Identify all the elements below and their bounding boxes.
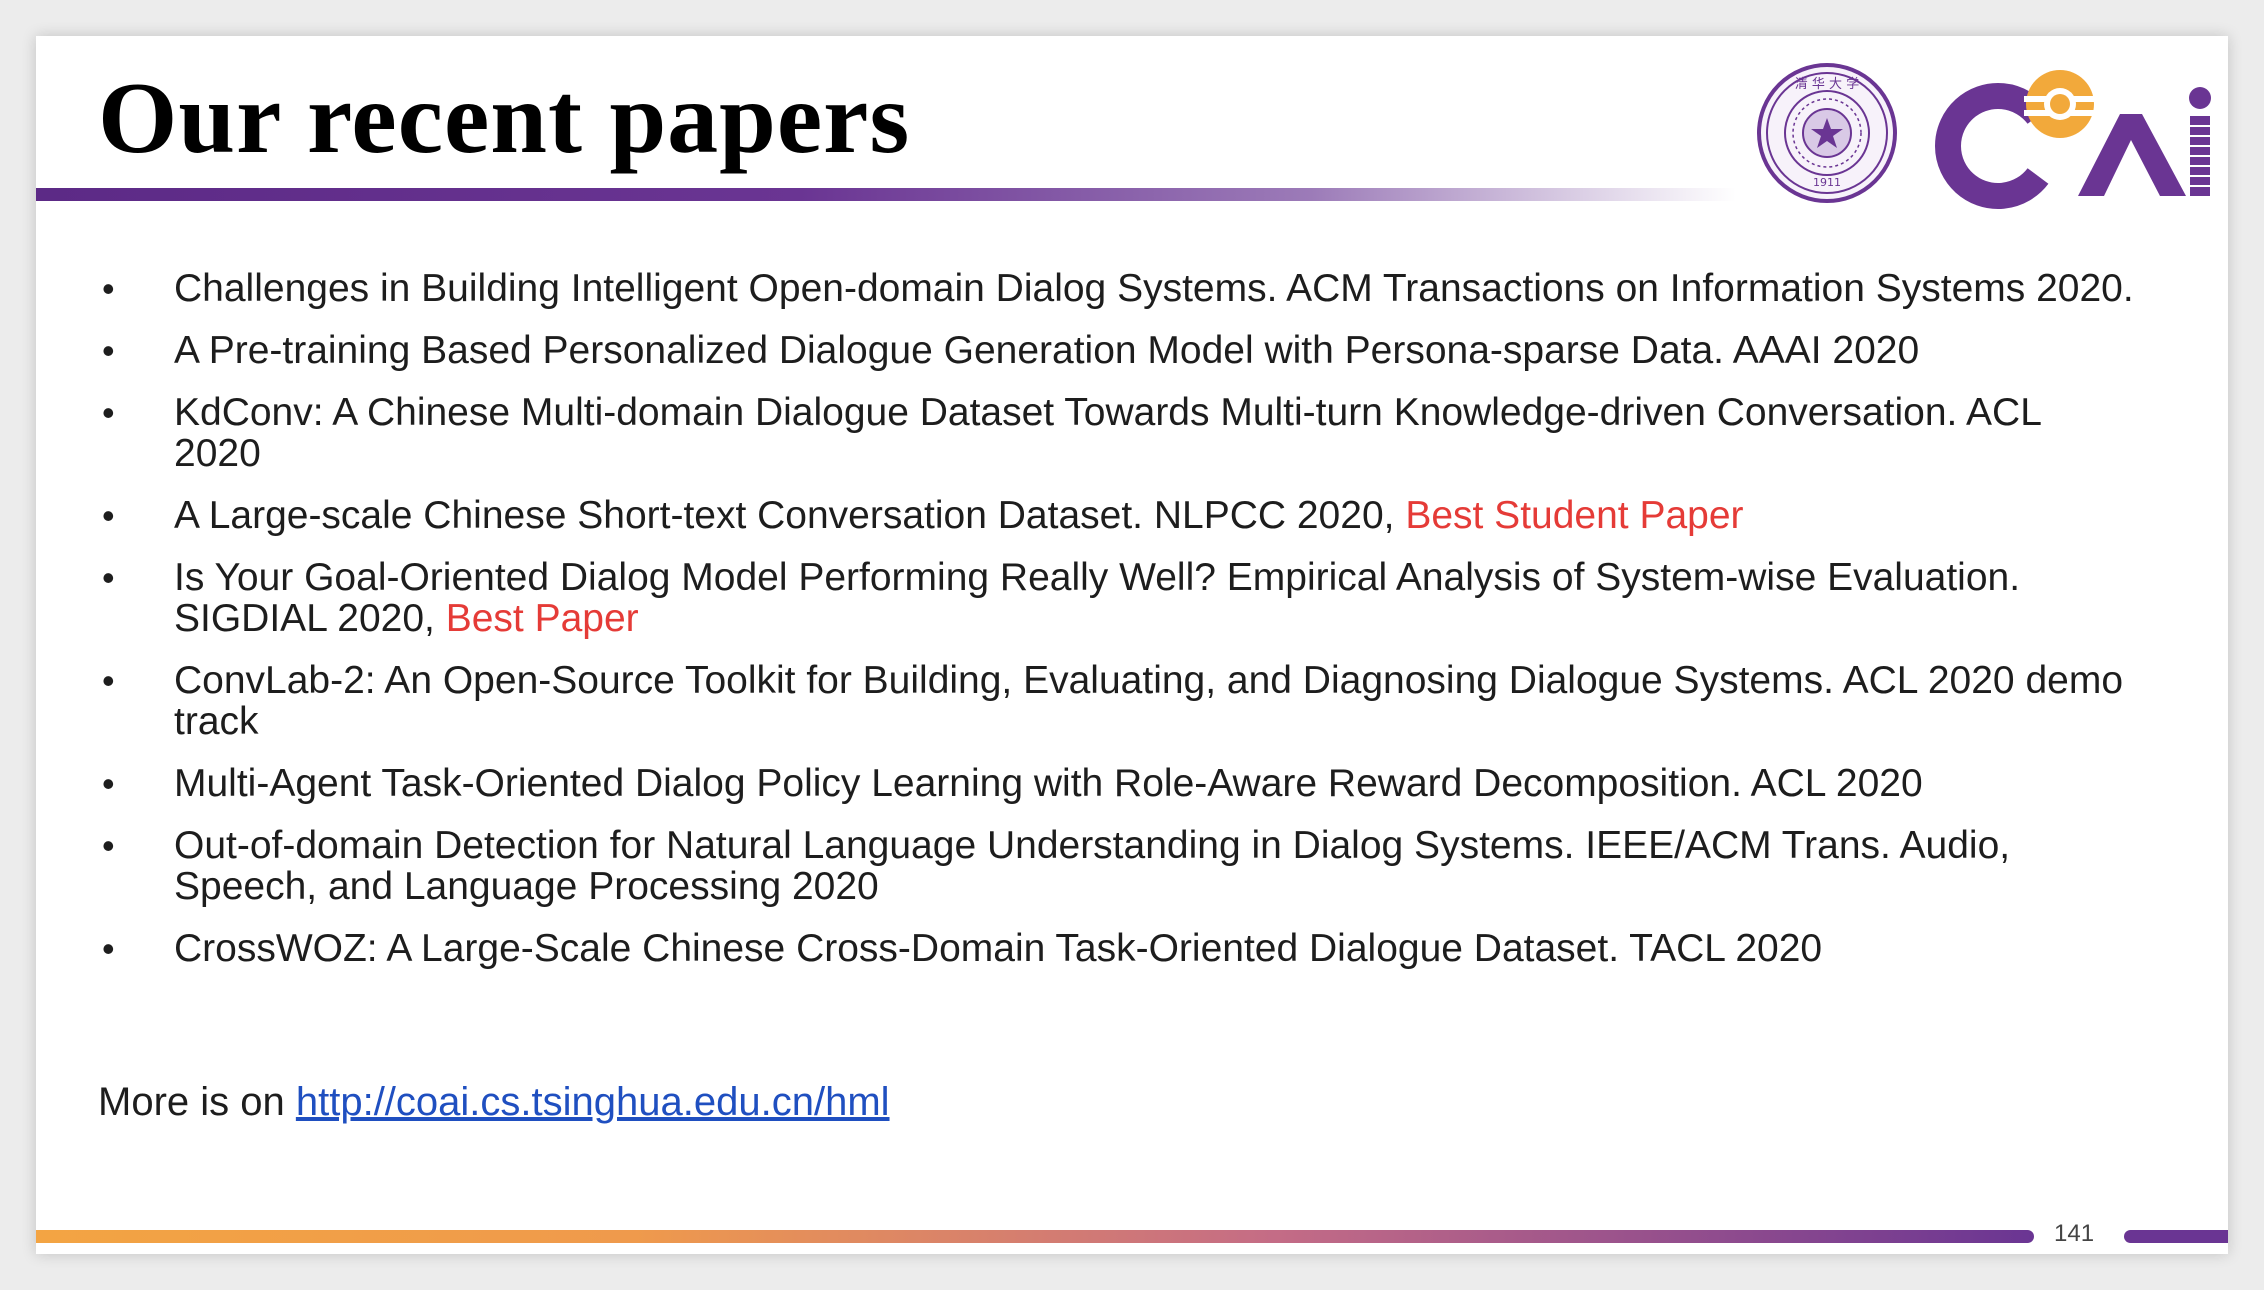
award-label: Best Student Paper [1405,494,1744,537]
paper-citation: Challenges in Building Intelligent Open-… [174,267,2134,310]
page-number: 141 [2054,1220,2095,1247]
more-info-prefix: More is on [98,1080,296,1124]
bullet: • [102,268,115,309]
award-label: Best Paper [445,597,639,640]
svg-text:清 华 大 学: 清 华 大 学 [1795,76,1859,92]
footer-rule-end [2124,1230,2228,1243]
list-item: • A Pre-training Based Personalized Dialo… [98,330,2138,371]
slide-title: Our recent papers [98,62,911,175]
bullet: • [102,392,115,433]
paper-citation: Multi-Agent Task-Oriented Dialog Policy … [174,762,1923,805]
list-item: • Challenges in Building Intelligent Open… [98,268,2138,309]
list-item: • Out-of-domain Detection for Natural Lan… [98,825,2138,907]
list-item: • CrossWOZ: A Large-Scale Chinese Cross-D… [98,928,2138,969]
paper-citation: A Large-scale Chinese Short-text Convers… [174,494,1406,537]
list-item: • Multi-Agent Task-Oriented Dialog Policy… [98,763,2138,804]
bullet: • [102,825,115,866]
title-underline [36,188,1736,201]
bullet: • [102,928,115,969]
paper-citation: Out-of-domain Detection for Natural Lang… [174,824,2011,908]
homepage-link[interactable]: http://coai.cs.tsinghua.edu.cn/hml [296,1080,890,1124]
paper-citation: ConvLab-2: An Open-Source Toolkit for Bu… [174,659,2124,743]
bullet: • [102,763,115,804]
bullet: • [102,330,115,371]
bullet: • [102,557,115,598]
paper-citation: A Pre-training Based Personalized Dialog… [174,329,1920,372]
paper-list: • Challenges in Building Intelligent Open… [98,268,2138,990]
paper-citation: CrossWOZ: A Large-Scale Chinese Cross-Do… [174,927,1823,970]
svg-text:1911: 1911 [1813,176,1841,189]
list-item: • ConvLab-2: An Open-Source Toolkit for B… [98,660,2138,742]
bullet: • [102,495,115,536]
tsinghua-seal-logo: 清 华 大 学 1911 [1757,63,1897,203]
slide: Our recent papers 清 华 大 学 1911 • Challen… [36,36,2228,1254]
list-item: • KdConv: A Chinese Multi-domain Dialogue… [98,392,2138,474]
bullet: • [102,660,115,701]
more-info-line: More is on http://coai.cs.tsinghua.edu.c… [98,1078,890,1126]
list-item: • Is Your Goal-Oriented Dialog Model Perf… [98,557,2138,639]
coai-logo [1935,70,2211,209]
paper-citation: KdConv: A Chinese Multi-domain Dialogue … [174,391,2041,475]
list-item: • A Large-scale Chinese Short-text Conver… [98,495,2138,536]
footer-rule [36,1230,2034,1243]
